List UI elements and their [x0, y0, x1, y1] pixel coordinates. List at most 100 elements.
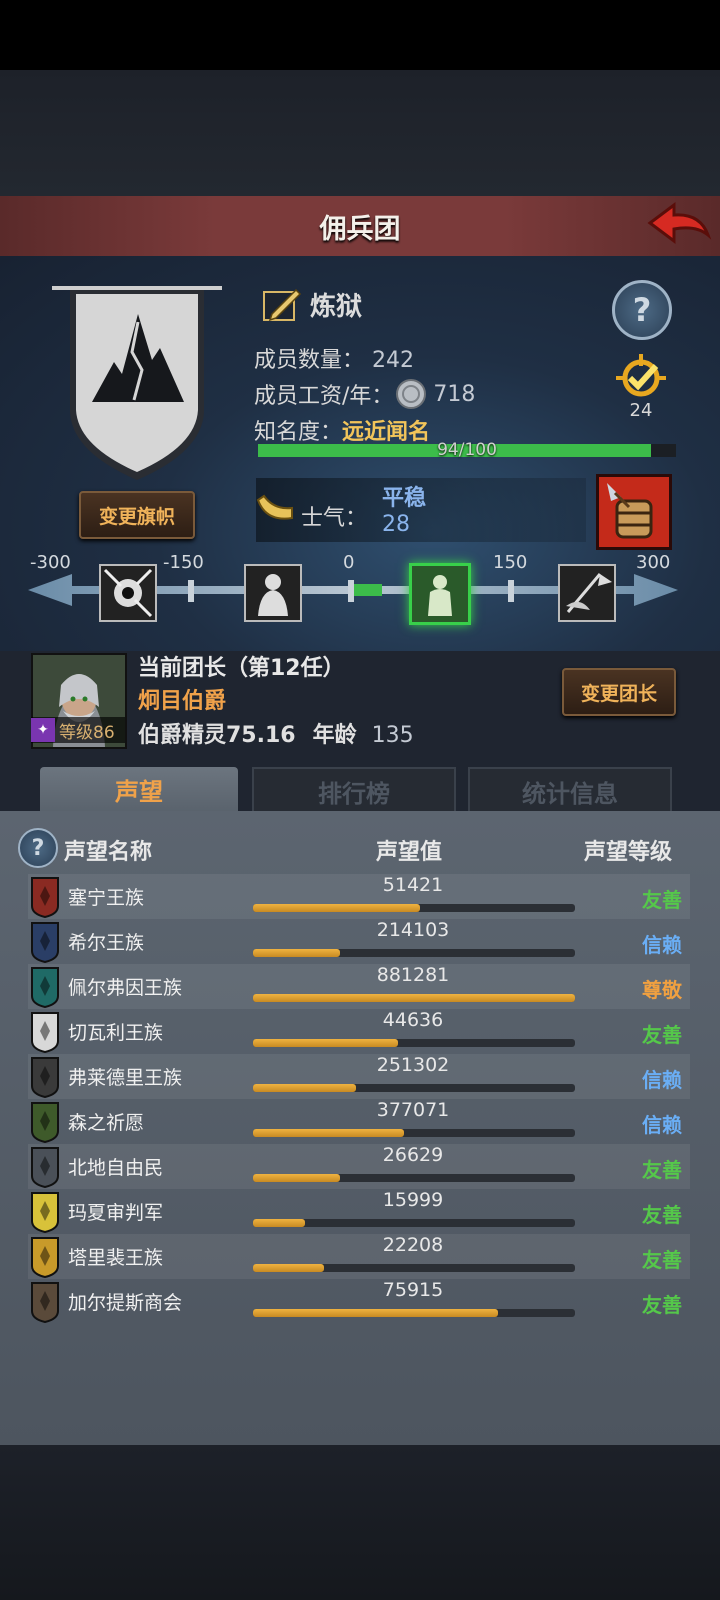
reputation-bar [253, 1219, 575, 1227]
charging-flag-icon [566, 573, 612, 613]
reputation-bar-fill [253, 949, 340, 957]
faction-shield-icon [31, 922, 59, 963]
members-value: 242 [372, 348, 415, 373]
change-leader-button[interactable]: 变更团长 [562, 668, 676, 716]
reputation-row[interactable]: 北地自由民 26629 友善 [28, 1144, 690, 1189]
faction-shield-icon [31, 877, 59, 918]
reputation-bar-fill [253, 1219, 305, 1227]
company-banner-icon [52, 286, 222, 480]
reputation-level: 信赖 [642, 1113, 682, 1137]
reputation-row[interactable]: 塔里裴王族 22208 友善 [28, 1234, 690, 1279]
tab-statistics[interactable]: 统计信息 [468, 767, 672, 815]
faction-shield-icon [31, 967, 59, 1008]
silver-coin-icon [396, 379, 427, 409]
tab-reputation[interactable]: 声望 [40, 767, 238, 811]
morale-zeal-icon[interactable] [558, 564, 616, 622]
company-name: 炼狱 [310, 291, 363, 322]
reputation-bar [253, 949, 575, 957]
back-button[interactable] [646, 201, 712, 249]
reputation-value: 51421 [382, 874, 444, 896]
reputation-value: 251302 [376, 1054, 450, 1076]
reputation-bar [253, 904, 575, 912]
faction-name: 切瓦利王族 [68, 1022, 164, 1044]
change-banner-button[interactable]: 变更旗帜 [79, 491, 195, 539]
page-title: 佣兵团 [319, 213, 401, 245]
reputation-bar [253, 1174, 575, 1182]
reputation-value: 15999 [382, 1189, 444, 1211]
reputation-level: 信赖 [642, 1068, 682, 1092]
horn-icon [256, 494, 293, 520]
reputation-value: 75915 [382, 1279, 444, 1301]
morale-scale-fill [354, 584, 382, 596]
fame-progress-text: 94/100 [437, 440, 497, 460]
reputation-bar-fill [253, 1039, 398, 1047]
reputation-level: 友善 [642, 1158, 682, 1182]
leader-level-badge: ✦ 等级86 [31, 717, 125, 743]
wage-stat: 成员工资/年： 718 [254, 378, 475, 410]
scale-tick: 0 [343, 552, 355, 573]
company-name-row: 炼狱 [262, 286, 362, 322]
faction-name: 塔里裴王族 [68, 1247, 164, 1269]
reputation-bar-fill [253, 994, 575, 1002]
reputation-bar [253, 1039, 575, 1047]
members-label: 成员数量： [254, 348, 365, 373]
faction-name: 玛夏审判军 [68, 1202, 164, 1224]
faction-shield-icon [31, 1147, 59, 1188]
faction-shield-icon [31, 1057, 59, 1098]
scale-tick: -300 [30, 552, 71, 573]
column-header-name: 声望名称 [64, 840, 153, 865]
scale-tick: 300 [636, 552, 671, 573]
reputation-bar [253, 1084, 575, 1092]
tab-ranking[interactable]: 排行榜 [252, 767, 456, 815]
reputation-bar-fill [253, 1174, 340, 1182]
faction-name: 森之祈愿 [68, 1112, 145, 1134]
morale-fear-icon[interactable] [244, 564, 302, 622]
barrel-axe-icon [607, 483, 653, 539]
reputation-bar [253, 994, 575, 1002]
leader-info-row: 伯爵精灵75.16 年龄 135 [138, 717, 414, 749]
morale-chaos-icon[interactable] [99, 564, 157, 622]
supply-event-button[interactable] [596, 474, 672, 550]
cowering-figure-icon [258, 574, 288, 616]
leader-age-label: 年龄 [312, 723, 357, 748]
company-help-button[interactable]: ? [612, 280, 672, 340]
broken-eye-icon [103, 568, 153, 618]
faction-shield-icon [31, 1192, 59, 1233]
reputation-level: 友善 [642, 1248, 682, 1272]
morale-steady-icon[interactable] [409, 563, 471, 625]
title-bar: 佣兵团 [0, 196, 720, 259]
reputation-bar-fill [253, 1084, 357, 1092]
faction-name: 佩尔弗因王族 [68, 977, 183, 999]
question-icon: ? [632, 291, 652, 329]
reputation-value: 881281 [376, 964, 450, 986]
reputation-row[interactable]: 佩尔弗因王族 881281 尊敬 [28, 964, 690, 1009]
reputation-level: 友善 [642, 1293, 682, 1317]
target-check-icon [616, 354, 666, 397]
faction-shield-icon [31, 1237, 59, 1278]
reputation-bar [253, 1309, 575, 1317]
wage-label: 成员工资/年： [254, 384, 394, 409]
reputation-value: 44636 [382, 1009, 444, 1031]
reputation-value: 214103 [376, 919, 450, 941]
reputation-level: 友善 [642, 1023, 682, 1047]
rank-badge-value: 24 [629, 400, 653, 421]
scale-tick: 150 [493, 552, 528, 573]
reputation-row[interactable]: 希尔王族 214103 信赖 [28, 919, 690, 964]
leader-title: 当前团长（第12任） [138, 656, 345, 681]
leader-level-text: 等级86 [59, 722, 115, 743]
wage-value: 718 [433, 381, 476, 407]
reputation-row[interactable]: 玛夏审判军 15999 友善 [28, 1189, 690, 1234]
reputation-help-button[interactable]: ? [18, 828, 58, 868]
reputation-row[interactable]: 森之祈愿 377071 信赖 [28, 1099, 690, 1144]
faction-name: 北地自由民 [68, 1157, 164, 1179]
rank-badge[interactable]: 24 [610, 354, 672, 421]
leader-class: 伯爵精灵75.16 [138, 723, 296, 748]
edit-name-icon[interactable] [262, 286, 302, 322]
morale-value: 28 [382, 512, 410, 537]
faction-name: 塞宁王族 [68, 887, 145, 909]
reputation-row[interactable]: 弗莱德里王族 251302 信赖 [28, 1054, 690, 1099]
reputation-row[interactable]: 切瓦利王族 44636 友善 [28, 1009, 690, 1054]
reputation-row[interactable]: 塞宁王族 51421 友善 [28, 874, 690, 919]
status-bar-area [0, 0, 720, 70]
reputation-row[interactable]: 加尔提斯商会 75915 友善 [28, 1279, 690, 1324]
